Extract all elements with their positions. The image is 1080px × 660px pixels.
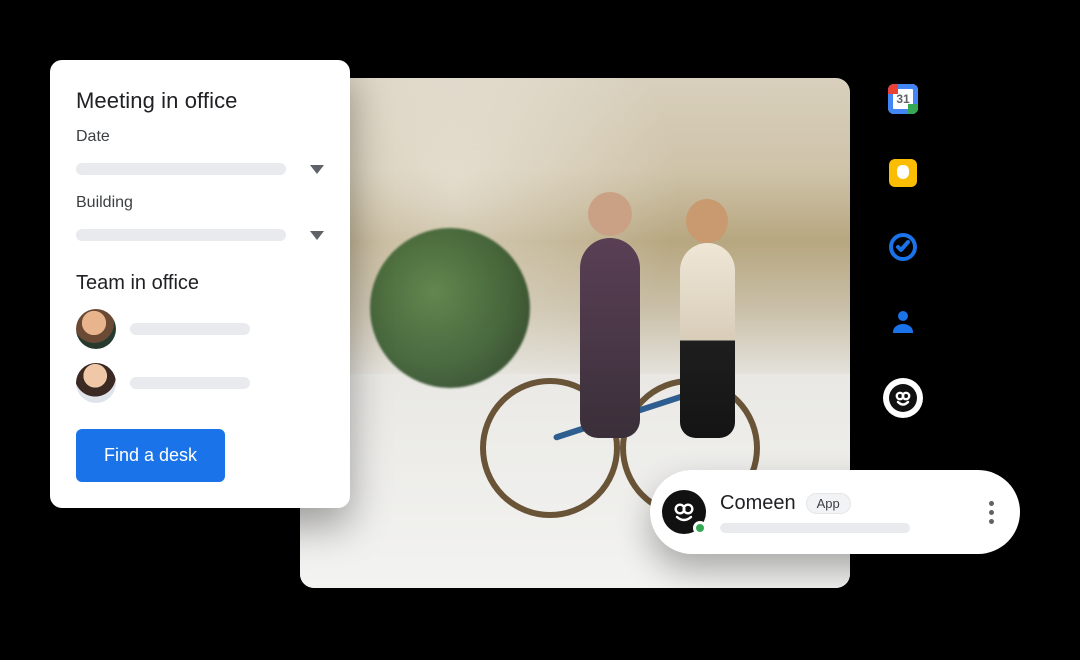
calendar-icon[interactable]: 31	[886, 82, 920, 116]
side-panel: 31	[880, 82, 926, 418]
date-label: Date	[76, 128, 324, 146]
team-row	[76, 363, 324, 403]
card-title: Meeting in office	[76, 88, 324, 114]
presence-online-icon	[693, 521, 707, 535]
teammate-name-placeholder	[130, 323, 250, 335]
keep-icon[interactable]	[886, 156, 920, 190]
chip-meta: Comeen App	[720, 492, 981, 533]
tasks-icon[interactable]	[886, 230, 920, 264]
comeen-chat-chip[interactable]: Comeen App	[650, 470, 1020, 554]
contacts-icon[interactable]	[886, 304, 920, 338]
avatar	[76, 309, 116, 349]
meeting-card: Meeting in office Date Building Team in …	[50, 60, 350, 508]
date-select[interactable]	[76, 158, 324, 180]
app-name: Comeen	[720, 492, 796, 515]
comeen-logo-icon	[662, 490, 706, 534]
team-row	[76, 309, 324, 349]
building-value-placeholder	[76, 229, 286, 241]
building-select[interactable]	[76, 224, 324, 246]
chevron-down-icon	[310, 231, 324, 240]
date-value-placeholder	[76, 163, 286, 175]
app-badge: App	[806, 493, 851, 514]
building-label: Building	[76, 194, 324, 212]
teammate-name-placeholder	[130, 377, 250, 389]
team-heading: Team in office	[76, 272, 324, 295]
comeen-icon[interactable]	[883, 378, 923, 418]
find-desk-button[interactable]: Find a desk	[76, 429, 225, 482]
message-preview-placeholder	[720, 523, 910, 533]
more-button[interactable]	[981, 493, 1002, 532]
avatar	[76, 363, 116, 403]
chevron-down-icon	[310, 165, 324, 174]
